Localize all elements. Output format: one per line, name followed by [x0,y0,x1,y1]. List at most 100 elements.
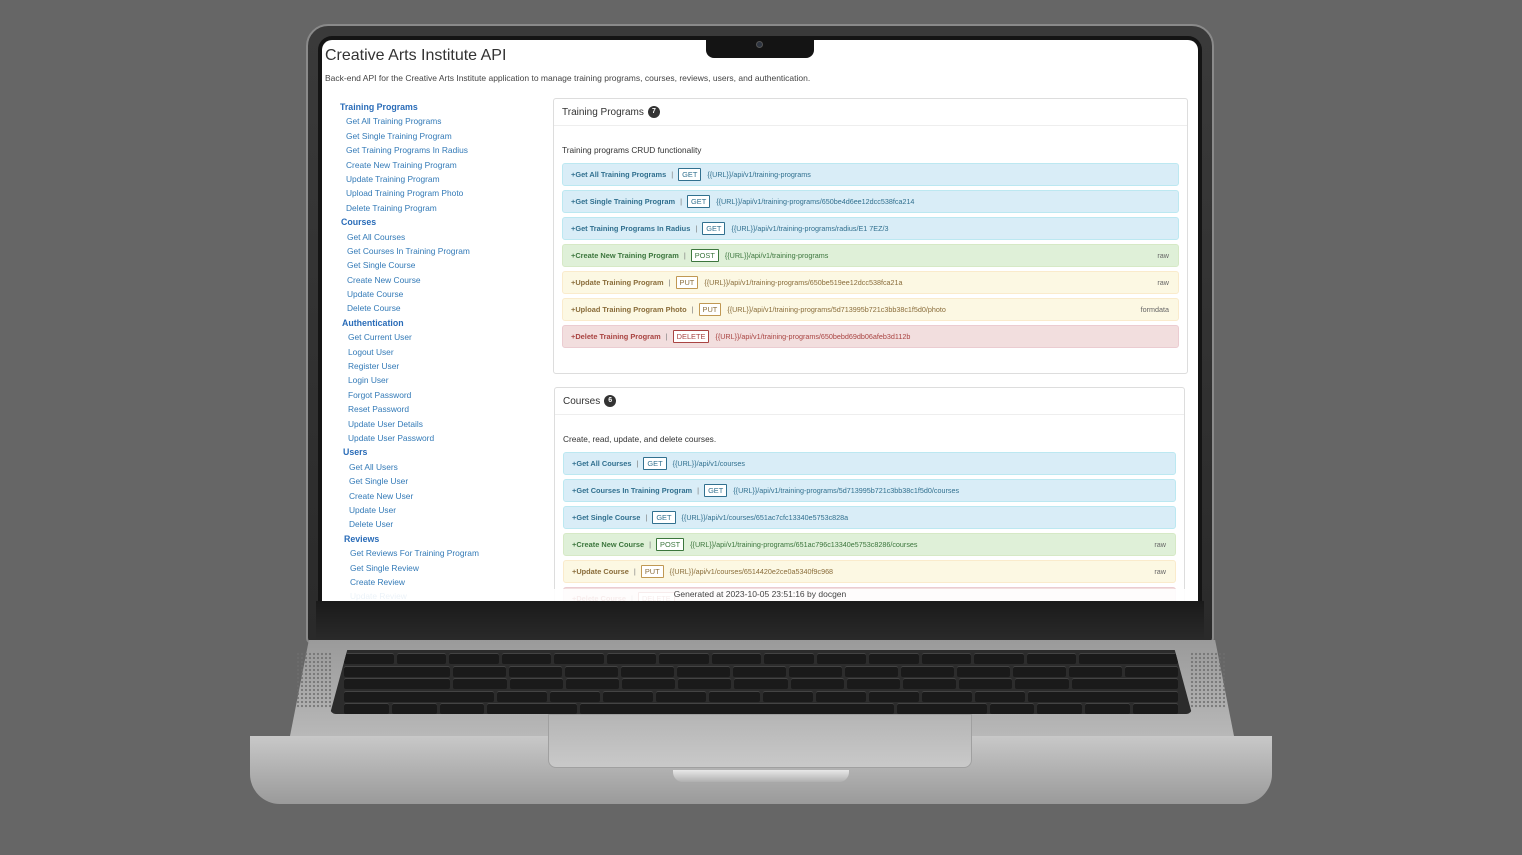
panel-header: Courses 6 [555,388,1184,415]
sidebar-item-delete-user[interactable]: Delete User [343,517,540,531]
sidebar-item-upload-training-program-photo[interactable]: Upload Training Program Photo [340,186,540,200]
sidebar-item-create-new-training-program[interactable]: Create New Training Program [340,158,540,172]
endpoint-url: {{URL}}/api/v1/courses/651ac7cfc13340e57… [681,513,849,522]
sidebar-item-get-reviews-for-training-program[interactable]: Get Reviews For Training Program [344,546,540,560]
panel-header: Training Programs 7 [554,99,1187,126]
endpoint-row-create-new-training-program[interactable]: +Create New Training Program | POST {{URL}}… [562,244,1179,267]
sidebar-item-create-review[interactable]: Create Review [344,575,540,589]
sidebar-item-forgot-password[interactable]: Forgot Password [342,388,540,402]
endpoint-name[interactable]: +Get All Courses [572,459,632,468]
endpoint-url: {{URL}}/api/v1/training-programs [707,170,811,179]
method-badge: GET [643,457,667,470]
sidebar-group-training-programs[interactable]: Training Programs [340,100,540,114]
endpoint-row-get-training-programs-in-radius[interactable]: +Get Training Programs In Radius | GET {{UR… [562,217,1179,240]
endpoint-url: {{URL}}/api/v1/training-programs/5d71399… [727,305,946,314]
sidebar-item-get-single-course[interactable]: Get Single Course [341,258,540,272]
separator: | [680,197,683,206]
footer-generated: Generated at 2023-10-05 23:51:16 by docg… [322,589,1198,601]
endpoint-name[interactable]: +Upload Training Program Photo [571,305,687,314]
endpoint-row-upload-training-program-photo[interactable]: +Upload Training Program Photo | PUT {{URL}… [562,298,1179,321]
sidebar-item-delete-course[interactable]: Delete Course [341,301,540,315]
sidebar-item-logout-user[interactable]: Logout User [342,345,540,359]
sidebar-item-get-single-user[interactable]: Get Single User [343,474,540,488]
sidebar-group-reviews[interactable]: Reviews [344,532,540,546]
sidebar-item-create-new-user[interactable]: Create New User [343,489,540,503]
body-type-label: formdata [1140,305,1169,314]
method-badge: GET [702,222,726,235]
sidebar-item-update-course[interactable]: Update Course [341,287,540,301]
sidebar-item-get-all-users[interactable]: Get All Users [343,460,540,474]
sidebar-item-get-all-training-programs[interactable]: Get All Training Programs [340,114,540,128]
sidebar-item-get-training-programs-in-radius[interactable]: Get Training Programs In Radius [340,143,540,157]
sidebar-item-update-user[interactable]: Update User [343,503,540,517]
sidebar-item-get-current-user[interactable]: Get Current User [342,330,540,344]
page-title: Creative Arts Institute API [325,47,507,64]
sidebar-item-reset-password[interactable]: Reset Password [342,402,540,416]
sidebar-item-update-user-details[interactable]: Update User Details [342,417,540,431]
separator: | [645,513,648,522]
separator: | [691,305,694,314]
count-badge: 6 [604,395,617,407]
endpoint-name[interactable]: +Get Courses In Training Program [572,486,692,495]
body-type-label: raw [1157,278,1169,287]
lid-opening-notch [673,770,849,782]
separator: | [668,278,671,287]
sidebar-group-courses[interactable]: Courses [341,215,540,229]
endpoint-name[interactable]: +Create New Course [572,540,644,549]
endpoint-row-delete-training-program[interactable]: +Delete Training Program | DELETE {{URL}}/a… [562,325,1179,348]
sidebar-item-register-user[interactable]: Register User [342,359,540,373]
endpoint-name[interactable]: +Delete Training Program [571,332,661,341]
endpoint-url: {{URL}}/api/v1/training-programs [724,251,829,260]
separator: | [697,486,700,495]
separator: | [649,540,652,549]
sidebar-item-delete-training-program[interactable]: Delete Training Program [340,201,540,215]
laptop-hinge [316,601,1204,643]
separator: | [665,332,668,341]
method-badge: PUT [640,565,664,578]
speaker-grille-right [1190,652,1226,708]
method-badge: GET [704,484,728,497]
sidebar-item-get-single-training-program[interactable]: Get Single Training Program [340,129,540,143]
panel-title: Courses [563,395,601,407]
endpoint-row-create-new-course[interactable]: +Create New Course | POST {{URL}}/api/v1/tr… [563,533,1176,556]
endpoint-url: {{URL}}/api/v1/courses/6514420e2ce0a5340… [669,567,834,576]
sidebar-nav: Training Programs Get All Training Progra… [340,100,540,601]
endpoint-row-get-courses-in-training-program[interactable]: +Get Courses In Training Program | GET {{UR… [563,479,1176,502]
endpoint-name[interactable]: +Create New Training Program [571,251,679,260]
endpoint-name[interactable]: +Get Single Course [572,513,640,522]
sidebar-item-update-user-password[interactable]: Update User Password [342,431,540,445]
endpoint-row-update-course[interactable]: +Update Course | PUT {{URL}}/api/v1/courses… [563,560,1176,583]
endpoint-name[interactable]: +Update Training Program [571,278,664,287]
endpoint-row-get-single-training-program[interactable]: +Get Single Training Program | GET {{URL}}/… [562,190,1179,213]
sidebar-item-get-courses-in-training-program[interactable]: Get Courses In Training Program [341,244,540,258]
endpoint-url: {{URL}}/api/v1/training-programs/5d71399… [733,486,960,495]
endpoint-name[interactable]: +Update Course [572,567,629,576]
endpoint-url: {{URL}}/api/v1/courses [672,459,745,468]
separator: | [633,567,636,576]
endpoint-name[interactable]: +Get Single Training Program [571,197,675,206]
sidebar-item-get-single-review[interactable]: Get Single Review [344,561,540,575]
endpoint-row-update-training-program[interactable]: +Update Training Program | PUT {{URL}}/api/… [562,271,1179,294]
panel-title: Training Programs [562,106,644,118]
method-badge: DELETE [672,330,710,343]
separator: | [695,224,698,233]
endpoint-name[interactable]: +Get Training Programs In Radius [571,224,690,233]
trackpad [548,714,972,768]
sidebar-item-create-new-course[interactable]: Create New Course [341,273,540,287]
separator: | [671,170,674,179]
method-badge: GET [652,511,676,524]
sidebar-item-update-training-program[interactable]: Update Training Program [340,172,540,186]
keyboard [330,650,1192,714]
endpoint-name[interactable]: +Get All Training Programs [571,170,666,179]
endpoint-url: {{URL}}/api/v1/training-programs/650be4d… [716,197,915,206]
endpoint-row-get-all-courses[interactable]: +Get All Courses | GET {{URL}}/api/v1/cours… [563,452,1176,475]
panel-description: Training programs CRUD functionality [562,145,702,155]
sidebar-item-get-all-courses[interactable]: Get All Courses [341,230,540,244]
endpoint-row-get-single-course[interactable]: +Get Single Course | GET {{URL}}/api/v1/cou… [563,506,1176,529]
sidebar-group-users[interactable]: Users [343,445,540,459]
sidebar-item-login-user[interactable]: Login User [342,373,540,387]
endpoint-row-get-all-training-programs[interactable]: +Get All Training Programs | GET {{URL}}/ap… [562,163,1179,186]
speaker-grille-left [296,652,332,708]
method-badge: POST [656,538,685,551]
sidebar-group-authentication[interactable]: Authentication [342,316,540,330]
